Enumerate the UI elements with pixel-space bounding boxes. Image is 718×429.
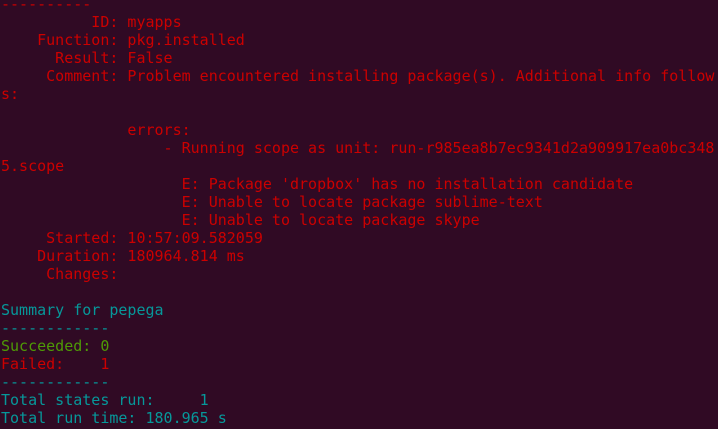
separator-line: ---------- (1, 0, 92, 13)
comment-wrap-line: s: (1, 85, 20, 103)
error-skype-line: E: Unable to locate package skype (1, 211, 480, 229)
duration-line: Duration: 180964.814 ms (1, 247, 245, 265)
running-scope-line: - Running scope as unit: run-r985ea8b7ec… (1, 139, 715, 157)
changes-line: Changes: (1, 265, 119, 283)
succeeded-count-line: Succeeded: 0 (1, 337, 110, 355)
result-line: Result: False (1, 49, 173, 67)
terminal-output[interactable]: ---------- ID: myapps Function: pkg.inst… (0, 0, 718, 424)
total-states-line: Total states run: 1 (1, 391, 209, 409)
function-line: Function: pkg.installed (1, 31, 245, 49)
state-id-line: ID: myapps (1, 13, 182, 31)
error-dropbox-line: E: Package 'dropbox' has no installation… (1, 175, 634, 193)
summary-separator-line: ------------ (1, 373, 110, 391)
running-scope-wrap-line: 5.scope (1, 157, 65, 175)
total-run-time-line: Total run time: 180.965 s (1, 409, 227, 424)
summary-separator-line: ------------ (1, 319, 110, 337)
comment-line: Comment: Problem encountered installing … (1, 67, 715, 85)
summary-title-line: Summary for pepega (1, 301, 164, 319)
failed-count-line: Failed: 1 (1, 355, 110, 373)
started-line: Started: 10:57:09.582059 (1, 229, 263, 247)
error-sublime-line: E: Unable to locate package sublime-text (1, 193, 543, 211)
errors-header-line: errors: (1, 121, 191, 139)
